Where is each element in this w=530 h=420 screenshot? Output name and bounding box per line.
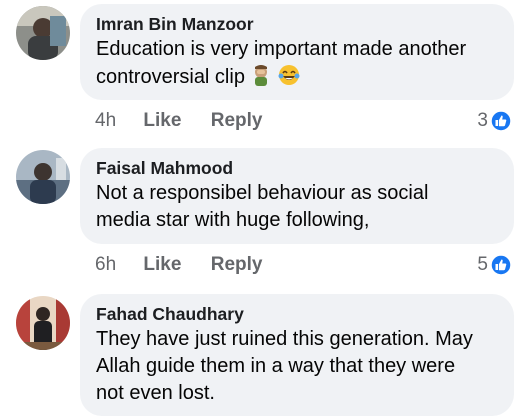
comment-bubble: Faisal Mahmood Not a responsibel behavio… — [80, 148, 514, 244]
reply-button[interactable]: Reply — [211, 254, 263, 275]
comment-author[interactable]: Faisal Mahmood — [96, 156, 498, 180]
reaction-count: 5 — [477, 254, 488, 275]
comment-timestamp[interactable]: 6h — [95, 254, 116, 275]
facepalm-emoji-icon — [249, 63, 273, 95]
reply-button[interactable]: Reply — [211, 110, 263, 131]
comment-actions: 4h Like Reply — [95, 108, 286, 134]
like-reaction-icon — [490, 110, 512, 132]
comment-author[interactable]: Imran Bin Manzoor — [96, 12, 498, 36]
comments-feed: Imran Bin Manzoor Education is very impo… — [0, 0, 530, 420]
comment-text: Not a responsibel behaviour as social me… — [96, 182, 429, 231]
avatar[interactable] — [16, 6, 70, 60]
comment-text: Education is very important made another… — [96, 36, 498, 95]
tears-of-joy-emoji-icon — [277, 63, 301, 95]
reaction-count: 3 — [477, 110, 488, 131]
like-button[interactable]: Like — [143, 254, 181, 275]
reaction-summary[interactable]: 5 — [477, 252, 512, 278]
comment-text: They have just ruined this generation. M… — [96, 328, 473, 404]
comment-author[interactable]: Fahad Chaudhary — [96, 302, 498, 326]
comment-timestamp[interactable]: 4h — [95, 110, 116, 131]
comment-bubble: Fahad Chaudhary They have just ruined th… — [80, 294, 514, 416]
comment-bubble: Imran Bin Manzoor Education is very impo… — [80, 4, 514, 100]
avatar[interactable] — [16, 296, 70, 350]
avatar[interactable] — [16, 150, 70, 204]
like-reaction-icon — [490, 254, 512, 276]
like-button[interactable]: Like — [143, 110, 181, 131]
comment-actions: 6h Like Reply — [95, 252, 286, 278]
reaction-summary[interactable]: 3 — [477, 108, 512, 134]
